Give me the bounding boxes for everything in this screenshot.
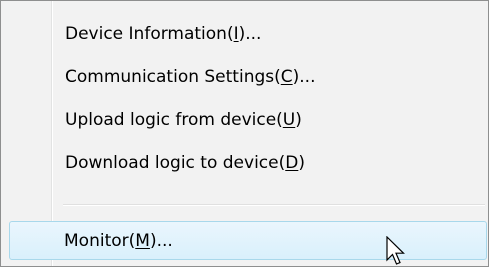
menu-item-label: Device Information(I)...: [65, 24, 262, 44]
menu-item-label: Upload logic from device(U): [65, 110, 302, 130]
context-menu: Device Information(I)... Communication S…: [0, 0, 489, 267]
menu-item-device-information[interactable]: Device Information(I)...: [3, 15, 486, 53]
menu-item-download-logic[interactable]: Download logic to device(D): [3, 144, 486, 182]
menu-item-monitor[interactable]: Monitor(M)...: [9, 221, 487, 260]
arrow-pointer-icon: [386, 236, 405, 265]
menu-item-label: Communication Settings(C)...: [65, 67, 316, 87]
menu-item-label: Download logic to device(D): [65, 153, 305, 173]
menu-item-label: Monitor(M)...: [64, 231, 173, 251]
menu-separator: [63, 204, 485, 206]
menu-item-upload-logic[interactable]: Upload logic from device(U): [3, 101, 486, 139]
menu-item-communication-settings[interactable]: Communication Settings(C)...: [3, 58, 486, 96]
